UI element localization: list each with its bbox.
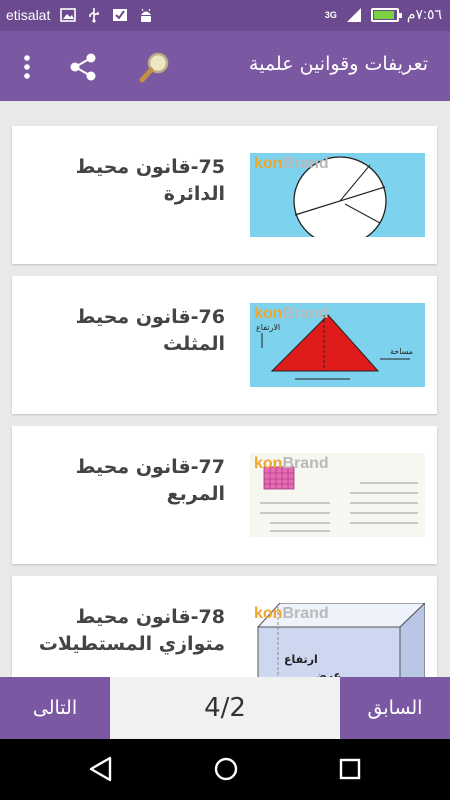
image-icon bbox=[60, 8, 77, 22]
status-right: 3G ٧:٥٦م bbox=[325, 6, 442, 23]
area-label: مساحة bbox=[390, 347, 414, 356]
recents-icon[interactable] bbox=[338, 755, 362, 783]
more-vert-icon[interactable] bbox=[17, 53, 37, 81]
check-icon bbox=[113, 9, 128, 21]
square-worksheet-thumbnail: konBrand bbox=[250, 453, 425, 537]
android-icon bbox=[141, 8, 152, 22]
home-icon[interactable] bbox=[212, 755, 240, 783]
system-nav-bar bbox=[0, 739, 450, 800]
thumbnail-brand: konBrand bbox=[254, 155, 329, 172]
list-item-title: 75-قانون محيط الدائرة bbox=[75, 156, 225, 205]
page-title: تعريفات وقوانين علمية bbox=[249, 53, 428, 75]
status-bar: etisalat 3G ٧:٥٦م bbox=[0, 0, 450, 31]
list-item-title: 77-قانون محيط المربع bbox=[75, 456, 225, 505]
pagination-bar: التالى 4/2 السابق bbox=[0, 677, 450, 739]
share-icon[interactable] bbox=[67, 52, 99, 82]
box-height-label: ارتفاع bbox=[284, 653, 318, 666]
thumbnail-brand: konBrand bbox=[254, 305, 329, 322]
status-left: etisalat bbox=[6, 7, 154, 23]
search-icon[interactable] bbox=[137, 49, 173, 85]
list-item-title: 78-قانون محيط متوازي المستطيلات bbox=[38, 606, 225, 655]
back-icon[interactable] bbox=[88, 755, 114, 783]
app-bar: تعريفات وقوانين علمية bbox=[0, 31, 450, 101]
circle-diagram-thumbnail: konBrand bbox=[250, 153, 425, 237]
usb-icon bbox=[89, 8, 100, 23]
battery-charging-icon bbox=[370, 7, 402, 22]
carrier-name: etisalat bbox=[6, 7, 51, 23]
topics-list: 75-قانون محيط الدائرة konBrand 76-قانون … bbox=[0, 101, 450, 677]
clock-time: ٧:٥٦م bbox=[406, 6, 442, 22]
list-item[interactable]: 76-قانون محيط المثلث konBrand الارتفاع م… bbox=[12, 276, 437, 414]
thumbnail-brand: konBrand bbox=[254, 605, 329, 622]
triangle-diagram-thumbnail: konBrand الارتفاع مساحة bbox=[250, 303, 425, 387]
list-item[interactable]: 77-قانون محيط المربع konBrand bbox=[12, 426, 437, 564]
page-indicator: 4/2 bbox=[110, 677, 340, 739]
height-label: الارتفاع bbox=[256, 323, 281, 332]
signal-icon bbox=[346, 7, 361, 22]
thumbnail-brand: konBrand bbox=[254, 455, 329, 472]
box-diagram-thumbnail: konBrand ارتفاع عرض bbox=[250, 603, 425, 677]
list-item[interactable]: 75-قانون محيط الدائرة konBrand bbox=[12, 126, 437, 264]
previous-button[interactable]: السابق bbox=[340, 677, 450, 739]
list-item-title: 76-قانون محيط المثلث bbox=[75, 306, 225, 355]
list-item[interactable]: 78-قانون محيط متوازي المستطيلات konBrand… bbox=[12, 576, 437, 677]
next-button[interactable]: التالى bbox=[0, 677, 110, 739]
network-type: 3G bbox=[324, 9, 337, 20]
box-width-label: عرض bbox=[312, 669, 342, 677]
